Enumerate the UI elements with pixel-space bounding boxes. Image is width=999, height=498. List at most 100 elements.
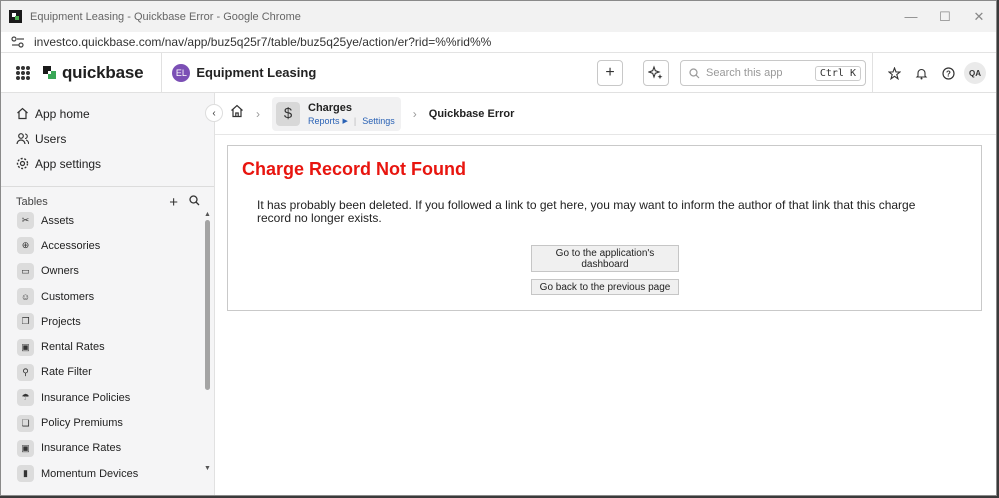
close-icon[interactable]: ✕ [962, 1, 996, 32]
tables-list: ✂ Assets ⊕ Accessories ▭ Owners ☺ Customers … [1, 208, 202, 486]
table-item-policy-premiums[interactable]: ❏ Policy Premiums [1, 410, 202, 435]
sparkle-icon [648, 65, 663, 80]
left-sidebar: App home Users App settings Tables + ✂ As… [1, 93, 215, 495]
breadcrumb-home-icon[interactable] [230, 104, 244, 123]
table-item-label: Accessories [41, 239, 101, 252]
chevron-right-icon: › [412, 106, 417, 121]
window-title: Equipment Leasing - Quickbase Error - Go… [30, 10, 301, 23]
users-icon [16, 133, 29, 145]
accessory-icon: ⊕ [17, 237, 34, 255]
umbrella-icon: ☂ [17, 389, 34, 407]
table-item-owners[interactable]: ▭ Owners [1, 259, 202, 284]
maximize-icon[interactable]: ☐ [928, 1, 962, 32]
chevron-left-icon: ‹ [212, 107, 216, 119]
table-item-assets[interactable]: ✂ Assets [1, 208, 202, 233]
table-item-label: Policy Premiums [41, 417, 123, 430]
dollar-icon: $ [276, 101, 300, 126]
breadcrumb-table-card[interactable]: $ Charges Reports ▶ | Settings [272, 96, 401, 131]
sidebar-divider [1, 186, 214, 187]
brand-name: quickbase [62, 62, 144, 82]
sidebar-item-label: App home [35, 106, 90, 121]
chevron-right-icon: › [256, 106, 260, 121]
sidebar-item-label: Users [35, 131, 67, 146]
plus-icon: + [605, 64, 615, 81]
notifications-bell-icon[interactable] [908, 67, 935, 80]
smiley-icon: ☺ [17, 288, 34, 306]
tables-heading: Tables [16, 196, 48, 208]
app-name-link[interactable]: EL Equipment Leasing [172, 63, 316, 82]
title-bar: Equipment Leasing - Quickbase Error - Go… [1, 1, 996, 32]
scroll-up-icon[interactable]: ▲ [204, 211, 211, 218]
error-message: It has probably been deleted. If you fol… [257, 198, 916, 225]
table-item-label: Assets [41, 214, 75, 227]
url-text[interactable]: investco.quickbase.com/nav/app/buz5q25r7… [34, 35, 491, 49]
quickbase-logo-icon [43, 66, 56, 79]
sidebar-item-label: App settings [35, 156, 102, 171]
scroll-thumb[interactable] [205, 220, 210, 390]
sidebar-item-app-settings[interactable]: App settings [1, 151, 214, 176]
table-item-label: Customers [41, 290, 95, 303]
breadcrumb-table-name[interactable]: Charges [308, 102, 395, 114]
table-item-label: Projects [41, 315, 81, 328]
rate-icon: ▣ [17, 338, 34, 356]
table-item-momentum-devices[interactable]: ▮ Momentum Devices [1, 461, 202, 486]
tools-icon: ✂ [17, 212, 34, 230]
table-item-customers[interactable]: ☺ Customers [1, 284, 202, 309]
breadcrumb: › $ Charges Reports ▶ | Settings › Quick… [215, 93, 996, 135]
link-separator: | [353, 115, 357, 126]
address-bar[interactable]: investco.quickbase.com/nav/app/buz5q25r7… [1, 32, 996, 53]
binoculars-icon: ⚲ [17, 363, 34, 381]
site-settings-icon[interactable] [11, 36, 25, 48]
table-item-projects[interactable]: ❐ Projects [1, 309, 202, 334]
error-title: Charge Record Not Found [242, 159, 466, 179]
home-icon [17, 107, 28, 120]
table-item-label: Insurance Policies [41, 391, 131, 404]
quickbase-logo[interactable]: quickbase [43, 62, 144, 83]
monitor-icon: ▣ [17, 439, 34, 457]
app-header: quickbase EL Equipment Leasing + Search … [1, 52, 996, 93]
help-icon[interactable]: ? [935, 66, 962, 80]
collapse-sidebar-button[interactable]: ‹ [205, 104, 223, 122]
app-badge-icon: EL [172, 63, 191, 82]
ai-assist-button[interactable] [643, 60, 669, 86]
quickbase-favicon-icon [9, 10, 22, 23]
table-item-label: Insurance Rates [41, 442, 122, 455]
caret-right-icon[interactable]: ▶ [343, 117, 348, 125]
premium-icon: ❏ [17, 414, 34, 432]
table-item-label: Rate Filter [41, 366, 92, 379]
table-item-accessories[interactable]: ⊕ Accessories [1, 233, 202, 258]
sidebar-item-users[interactable]: Users [1, 126, 214, 151]
reports-link[interactable]: Reports [308, 116, 340, 126]
table-item-insurance-policies[interactable]: ☂ Insurance Policies [1, 385, 202, 410]
user-avatar[interactable]: QA [964, 62, 986, 84]
device-icon: ▮ [17, 465, 34, 483]
header-divider [161, 52, 163, 93]
sidebar-scrollbar[interactable]: ▲ ▼ [204, 211, 211, 476]
search-box[interactable]: Search this app Ctrl K [680, 60, 866, 86]
app-switcher-icon[interactable] [16, 65, 30, 80]
search-icon [689, 67, 700, 78]
projects-icon: ❐ [17, 313, 34, 331]
table-item-label: Rental Rates [41, 341, 105, 354]
browser-window: Equipment Leasing - Quickbase Error - Go… [0, 0, 997, 496]
minimize-icon[interactable]: — [894, 1, 928, 32]
add-button[interactable]: + [597, 60, 623, 86]
search-placeholder: Search this app [706, 67, 783, 79]
scroll-down-icon[interactable]: ▼ [204, 465, 211, 472]
table-item-label: Momentum Devices [41, 467, 139, 480]
search-tables-icon[interactable] [189, 195, 200, 209]
table-item-rate-filter[interactable]: ⚲ Rate Filter [1, 360, 202, 385]
gear-icon [16, 157, 29, 170]
table-item-label: Owners [41, 265, 79, 278]
go-to-dashboard-button[interactable]: Go to the application's dashboard [531, 245, 679, 272]
table-item-insurance-rates[interactable]: ▣ Insurance Rates [1, 436, 202, 461]
sidebar-item-app-home[interactable]: App home [1, 101, 214, 126]
settings-link[interactable]: Settings [362, 116, 395, 126]
svg-text:?: ? [946, 69, 951, 78]
table-item-rental-rates[interactable]: ▣ Rental Rates [1, 334, 202, 359]
error-panel: Charge Record Not Found It has probably … [227, 145, 982, 311]
folder-icon: ▭ [17, 262, 34, 280]
breadcrumb-current: Quickbase Error [428, 107, 515, 120]
favorites-star-icon[interactable] [881, 66, 908, 80]
go-back-button[interactable]: Go back to the previous page [531, 279, 679, 295]
